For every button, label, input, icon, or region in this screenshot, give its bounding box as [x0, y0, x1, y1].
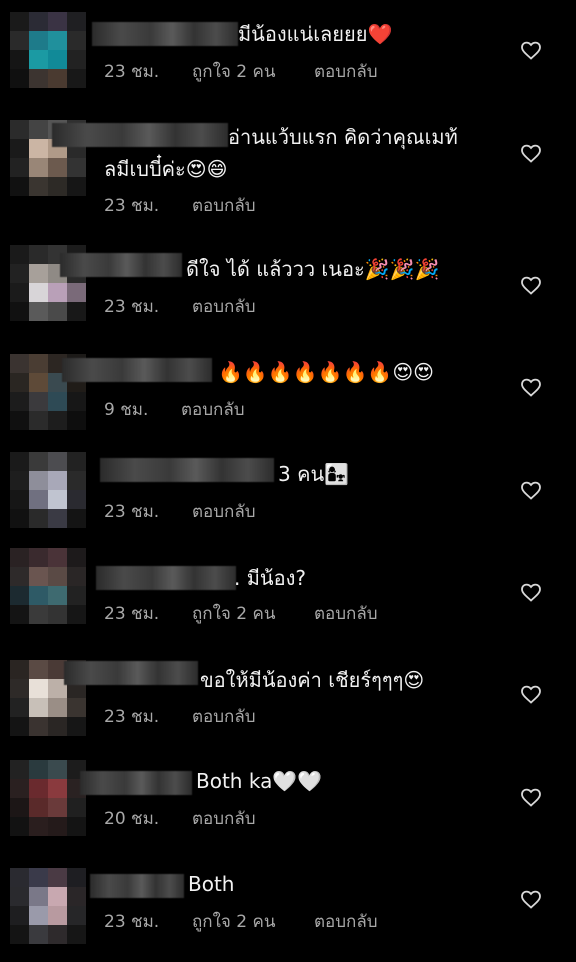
comment-time: 23 ชม.: [104, 912, 160, 932]
reply-button[interactable]: ตอบกลับ: [192, 192, 256, 219]
like-heart-icon[interactable]: [519, 785, 543, 809]
comment-meta: 23 ชม. ตอบกลับ: [104, 192, 256, 219]
comment-time: 20 ชม.: [104, 809, 160, 829]
reply-button[interactable]: ตอบกลับ: [314, 600, 378, 627]
avatar[interactable]: [10, 868, 86, 944]
comment-text: . มีน้อง?: [234, 566, 306, 590]
comment-meta: 23 ชม. ตอบกลับ: [104, 293, 256, 320]
blurred-username[interactable]: [96, 566, 236, 590]
blurred-username[interactable]: [64, 661, 198, 685]
reply-button[interactable]: ตอบกลับ: [181, 396, 245, 423]
like-heart-icon[interactable]: [519, 141, 543, 165]
blurred-username[interactable]: [60, 253, 182, 277]
reply-button[interactable]: ตอบกลับ: [192, 293, 256, 320]
comment-meta: 23 ชม. ถูกใจ 2 คน ตอบกลับ: [104, 600, 378, 627]
like-heart-icon[interactable]: [519, 375, 543, 399]
avatar[interactable]: [10, 760, 86, 836]
comment-meta: 23 ชม. ถูกใจ 2 คน ตอบกลับ: [104, 908, 378, 935]
like-count-link[interactable]: ถูกใจ 2 คน: [192, 908, 314, 935]
reply-button[interactable]: ตอบกลับ: [314, 58, 378, 85]
comment-text: มีน้องแน่เลยยย❤️: [238, 22, 393, 46]
reply-button[interactable]: ตอบกลับ: [192, 805, 256, 832]
comment-meta: 20 ชม. ตอบกลับ: [104, 805, 256, 832]
blurred-username[interactable]: [90, 874, 184, 898]
comment-text: ดีใจ ได้ แล้ววว เนอะ🎉🎉🎉: [186, 257, 440, 281]
comment-meta: 23 ชม. ตอบกลับ: [104, 703, 256, 730]
comment-text: Both ka🤍🤍: [196, 769, 323, 793]
avatar[interactable]: [10, 12, 86, 88]
reply-button[interactable]: ตอบกลับ: [314, 908, 378, 935]
like-heart-icon[interactable]: [519, 478, 543, 502]
comment-text: ขอให้มีน้องค่า เชียร์ๆๆๆ😍: [200, 668, 425, 692]
comment-time: 23 ชม.: [104, 707, 160, 727]
comment-meta: 23 ชม. ตอบกลับ: [104, 498, 256, 525]
blurred-username[interactable]: [80, 771, 192, 795]
like-count-link[interactable]: ถูกใจ 2 คน: [192, 600, 314, 627]
comment-text: 🔥🔥🔥🔥🔥🔥🔥😍😍: [218, 360, 435, 384]
comment-meta: 23 ชม. ถูกใจ 2 คน ตอบกลับ: [104, 58, 378, 85]
comment-time: 23 ชม.: [104, 196, 160, 216]
comment-text: 3 คน👩‍👧: [278, 462, 350, 486]
like-heart-icon[interactable]: [519, 38, 543, 62]
like-heart-icon[interactable]: [519, 682, 543, 706]
comment-time: 9 ชม.: [104, 400, 149, 420]
reply-button[interactable]: ตอบกลับ: [192, 703, 256, 730]
like-heart-icon[interactable]: [519, 580, 543, 604]
comment-time: 23 ชม.: [104, 604, 160, 624]
comment-text: Both: [188, 872, 235, 896]
avatar[interactable]: [10, 548, 86, 624]
blurred-username[interactable]: [92, 22, 238, 46]
comment-time: 23 ชม.: [104, 502, 160, 522]
comment-time: 23 ชม.: [104, 297, 160, 317]
like-heart-icon[interactable]: [519, 273, 543, 297]
comment-text: อ่านแว้บแรก คิดว่าคุณเมท้ลมีเบบี๋ค่ะ😍😄: [104, 125, 458, 181]
comment-time: 23 ชม.: [104, 62, 160, 82]
blurred-username[interactable]: [100, 458, 274, 482]
like-heart-icon[interactable]: [519, 887, 543, 911]
comment-meta: 9 ชม. ตอบกลับ: [104, 396, 245, 423]
avatar[interactable]: [10, 452, 86, 528]
reply-button[interactable]: ตอบกลับ: [192, 498, 256, 525]
like-count-link[interactable]: ถูกใจ 2 คน: [192, 58, 314, 85]
blurred-username[interactable]: [62, 358, 212, 382]
